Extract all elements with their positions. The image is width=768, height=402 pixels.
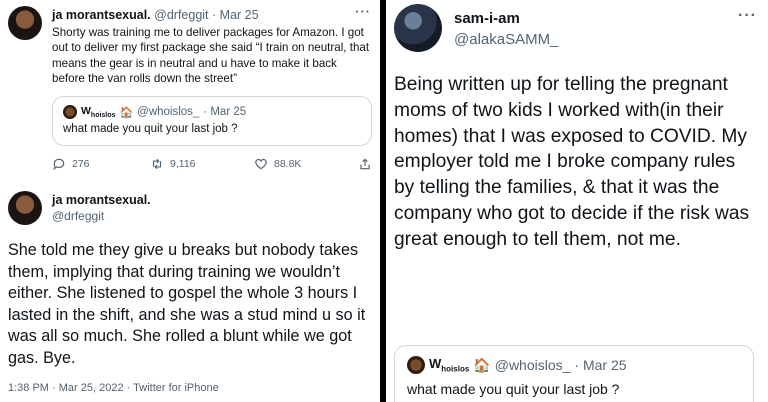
- share-button[interactable]: [358, 157, 372, 171]
- retweet-count: 9,116: [170, 158, 196, 170]
- quote-header: Whoislos 🏠 @whoislos_ · Mar 25: [407, 356, 627, 374]
- retweet-button[interactable]: 9,116: [150, 157, 196, 171]
- quote-handle: @whoislos_: [137, 106, 200, 119]
- tweet2-timestamp[interactable]: 1:38 PM · Mar 25, 2022 · Twitter for iPh…: [8, 382, 219, 394]
- tweet1-handle[interactable]: @drfeggit: [154, 8, 208, 22]
- tweet1-avatar[interactable]: [8, 6, 42, 40]
- retweet-icon: [152, 158, 162, 170]
- right-quoted-tweet[interactable]: Whoislos 🏠 @whoislos_ · Mar 25 what made…: [394, 345, 754, 402]
- tweet2-avatar[interactable]: [8, 191, 42, 225]
- tweet1-more-button[interactable]: ···: [355, 4, 371, 19]
- tweet2-display-name[interactable]: ja morantsexual.: [52, 193, 151, 207]
- right-tweet-display-name[interactable]: sam-i-am: [454, 10, 520, 27]
- quote-text: what made you quit your last job ?: [407, 381, 620, 397]
- heart-icon: [255, 158, 267, 170]
- reply-count: 276: [72, 158, 90, 170]
- tweet2-handle[interactable]: @drfeggit: [52, 209, 104, 223]
- like-count: 88.8K: [274, 158, 302, 170]
- quote-text: what made you quit your last job ?: [63, 123, 238, 135]
- tweet1-header: ja morantsexual. @drfeggit · Mar 25: [52, 8, 259, 22]
- house-emoji-icon: 🏠: [119, 106, 134, 119]
- tweet1-display-name[interactable]: ja morantsexual.: [52, 8, 151, 22]
- reply-button[interactable]: 276: [52, 157, 90, 171]
- quote-handle: @whoislos_: [494, 357, 571, 373]
- quote-header: Whoislos 🏠 @whoislos_ · Mar 25: [63, 105, 246, 119]
- quote-display-name: Whoislos: [429, 356, 470, 374]
- share-icon: [360, 158, 370, 170]
- right-screenshot: sam-i-am @alakaSAMM_ ··· Being written u…: [386, 0, 768, 402]
- tweet1-quoted-tweet[interactable]: Whoislos 🏠 @whoislos_ · Mar 25 what made…: [52, 96, 372, 146]
- right-tweet-more-button[interactable]: ···: [738, 7, 757, 25]
- tweet1-action-bar: 276 9,116 88.8K: [52, 157, 374, 173]
- like-button[interactable]: 88.8K: [254, 157, 301, 171]
- house-emoji-icon: 🏠: [473, 356, 491, 373]
- quote-display-name: Whoislos: [81, 105, 116, 120]
- quote-avatar: [63, 105, 77, 120]
- quote-date: · Mar 25: [203, 106, 247, 119]
- left-screenshot: ja morantsexual. @drfeggit · Mar 25 ··· …: [0, 0, 380, 402]
- right-tweet-text: Being written up for telling the pregnan…: [394, 74, 750, 250]
- tweet1-date[interactable]: · Mar 25: [212, 8, 259, 22]
- quote-date: · Mar 25: [574, 357, 627, 373]
- tweet2-text: She told me they give u breaks but nobod…: [8, 241, 366, 367]
- right-tweet-handle[interactable]: @alakaSAMM_: [454, 31, 558, 48]
- reply-icon: [53, 158, 65, 171]
- right-tweet-avatar[interactable]: [394, 4, 442, 52]
- tweet1-text: Shorty was training me to deliver packag…: [52, 26, 370, 86]
- quote-avatar: [407, 356, 425, 374]
